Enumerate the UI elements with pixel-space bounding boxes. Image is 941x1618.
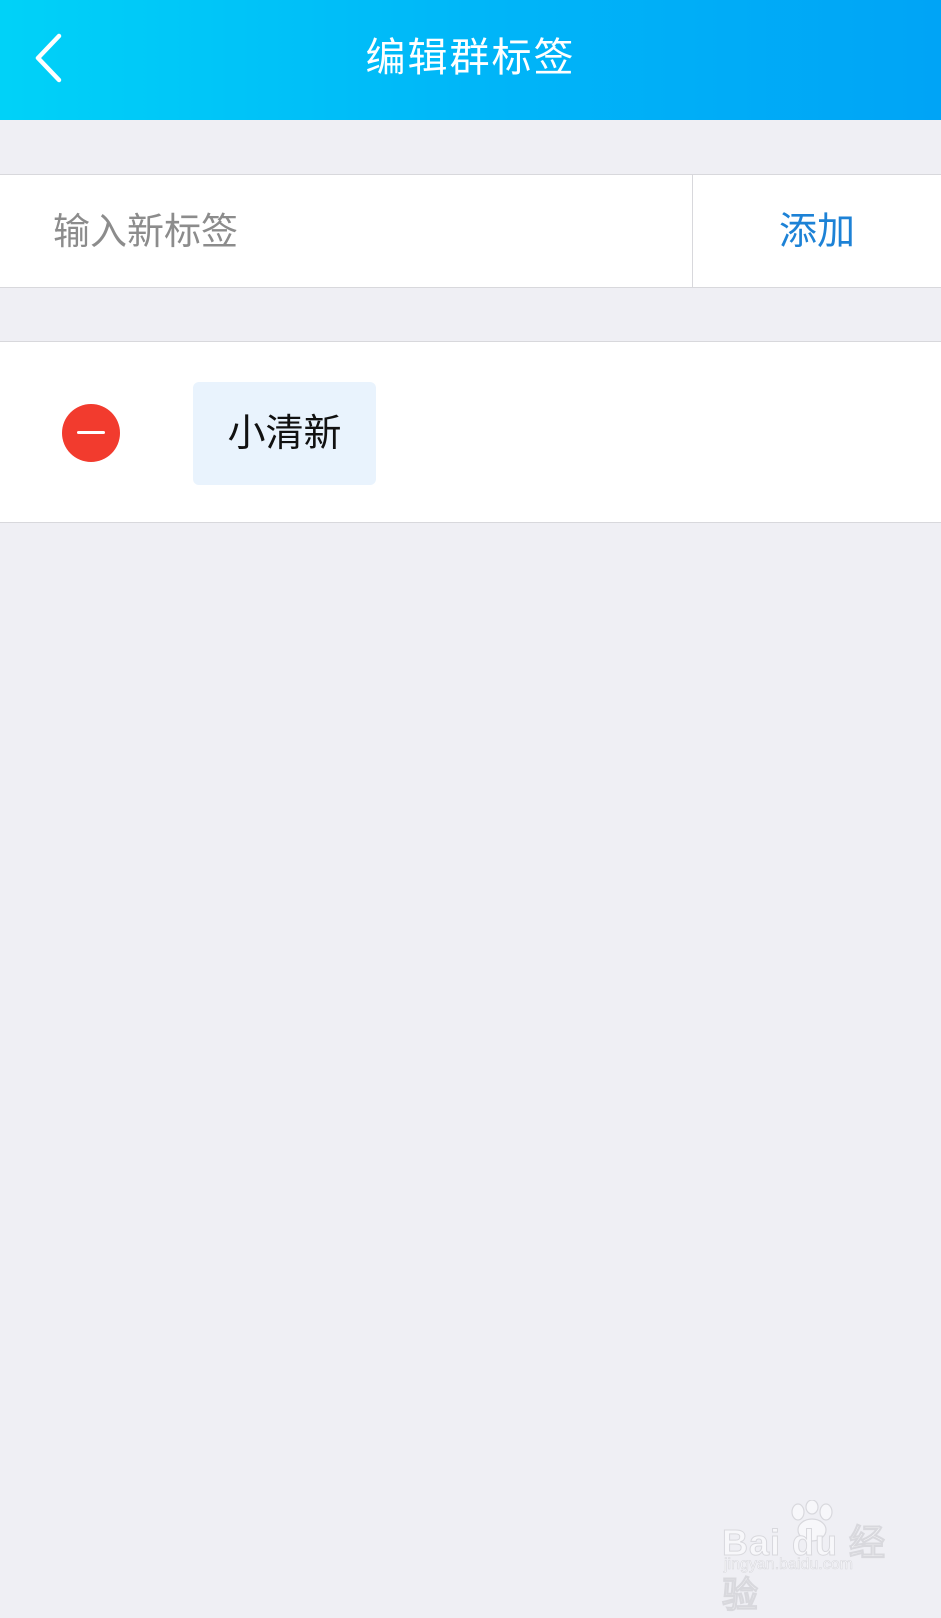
watermark: Bai du 经验 jingyan.baidu.com: [722, 1500, 922, 1616]
tag-chip[interactable]: 小清新: [193, 382, 376, 485]
watermark-url: jingyan.baidu.com: [724, 1556, 854, 1574]
add-tag-button[interactable]: 添加: [693, 175, 941, 287]
page-title: 编辑群标签: [365, 35, 576, 81]
nav-bar: 编辑群标签: [0, 0, 941, 120]
tag-list: 小清新: [0, 341, 941, 523]
new-tag-input[interactable]: [0, 175, 692, 287]
new-tag-row: 添加: [0, 174, 941, 288]
remove-tag-button[interactable]: [62, 404, 120, 462]
minus-circle-icon: [77, 431, 105, 434]
